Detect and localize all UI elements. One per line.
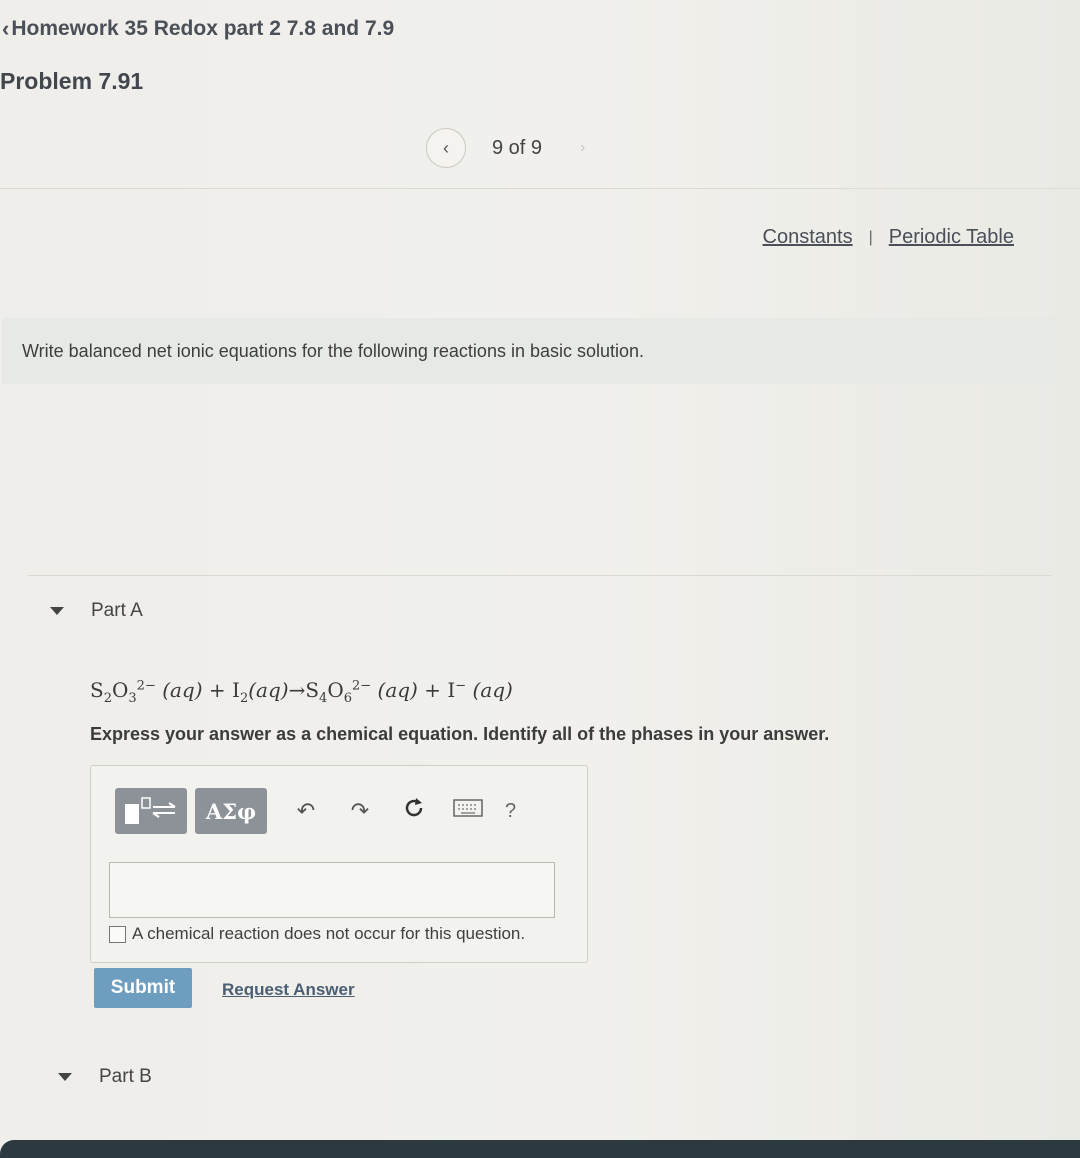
intro-text: Write balanced net ionic equations for t… xyxy=(22,340,645,361)
reset-glyph xyxy=(405,798,423,817)
undo-icon[interactable]: ↶ xyxy=(291,798,321,824)
resource-links: Constants | Periodic Table xyxy=(763,226,1014,249)
previous-problem-button[interactable]: ‹ xyxy=(426,128,466,168)
divider xyxy=(0,188,1080,189)
next-problem-button[interactable]: › xyxy=(580,139,585,157)
part-b-header[interactable]: Part B xyxy=(58,1066,152,1088)
collapse-triangle-icon xyxy=(58,1073,72,1081)
answer-instructions: Express your answer as a chemical equati… xyxy=(90,724,830,744)
assignment-title: Homework 35 Redox part 2 7.8 and 7.9 xyxy=(11,17,395,40)
part-a-label: Part A xyxy=(91,600,143,621)
keyboard-glyph xyxy=(453,799,483,817)
page: ‹ Homework 35 Redox part 2 7.8 and 7.9 P… xyxy=(0,0,1080,1158)
keyboard-icon[interactable] xyxy=(453,798,483,824)
request-answer-link[interactable]: Request Answer xyxy=(222,980,355,1000)
answer-input[interactable] xyxy=(109,862,555,918)
help-button[interactable]: ? xyxy=(505,800,516,823)
chevron-left-icon: ‹ xyxy=(443,137,449,158)
redo-icon[interactable]: ↷ xyxy=(345,798,375,824)
templates-button[interactable] xyxy=(115,788,187,834)
reset-icon[interactable] xyxy=(399,796,429,826)
part-a-header[interactable]: Part A xyxy=(50,600,143,622)
no-reaction-option[interactable]: A chemical reaction does not occur for t… xyxy=(109,924,525,944)
collapse-triangle-icon xyxy=(50,607,64,615)
templates-icon xyxy=(125,797,176,824)
equation-toolbar: ΑΣφ ↶ ↷ ? xyxy=(115,788,516,834)
no-reaction-label: A chemical reaction does not occur for t… xyxy=(132,924,526,943)
chevron-right-icon: › xyxy=(580,139,586,156)
answer-panel: ΑΣφ ↶ ↷ ? A chemical reaction does not o… xyxy=(90,765,588,963)
link-separator: | xyxy=(868,228,873,246)
divider xyxy=(28,575,1052,576)
back-to-assignment-link[interactable]: ‹ Homework 35 Redox part 2 7.8 and 7.9 xyxy=(2,16,394,42)
submit-button[interactable]: Submit xyxy=(94,968,192,1008)
problem-intro: Write balanced net ionic equations for t… xyxy=(2,318,1056,384)
chevron-left-icon: ‹ xyxy=(2,16,10,41)
screen-bezel xyxy=(0,1140,1080,1158)
problem-pager: ‹ 9 of 9 › xyxy=(426,128,585,168)
constants-link[interactable]: Constants xyxy=(763,226,853,249)
problem-title: Problem 7.91 xyxy=(0,68,144,94)
no-reaction-checkbox[interactable] xyxy=(109,925,126,943)
greek-symbols-button[interactable]: ΑΣφ xyxy=(195,788,267,834)
reaction-equation: S2O32− (aq) + I2(aq)→S4O62− (aq) + I− (a… xyxy=(90,678,513,706)
periodic-table-link[interactable]: Periodic Table xyxy=(889,226,1014,249)
problem-position: 9 of 9 xyxy=(492,136,543,159)
part-b-label: Part B xyxy=(99,1066,152,1087)
